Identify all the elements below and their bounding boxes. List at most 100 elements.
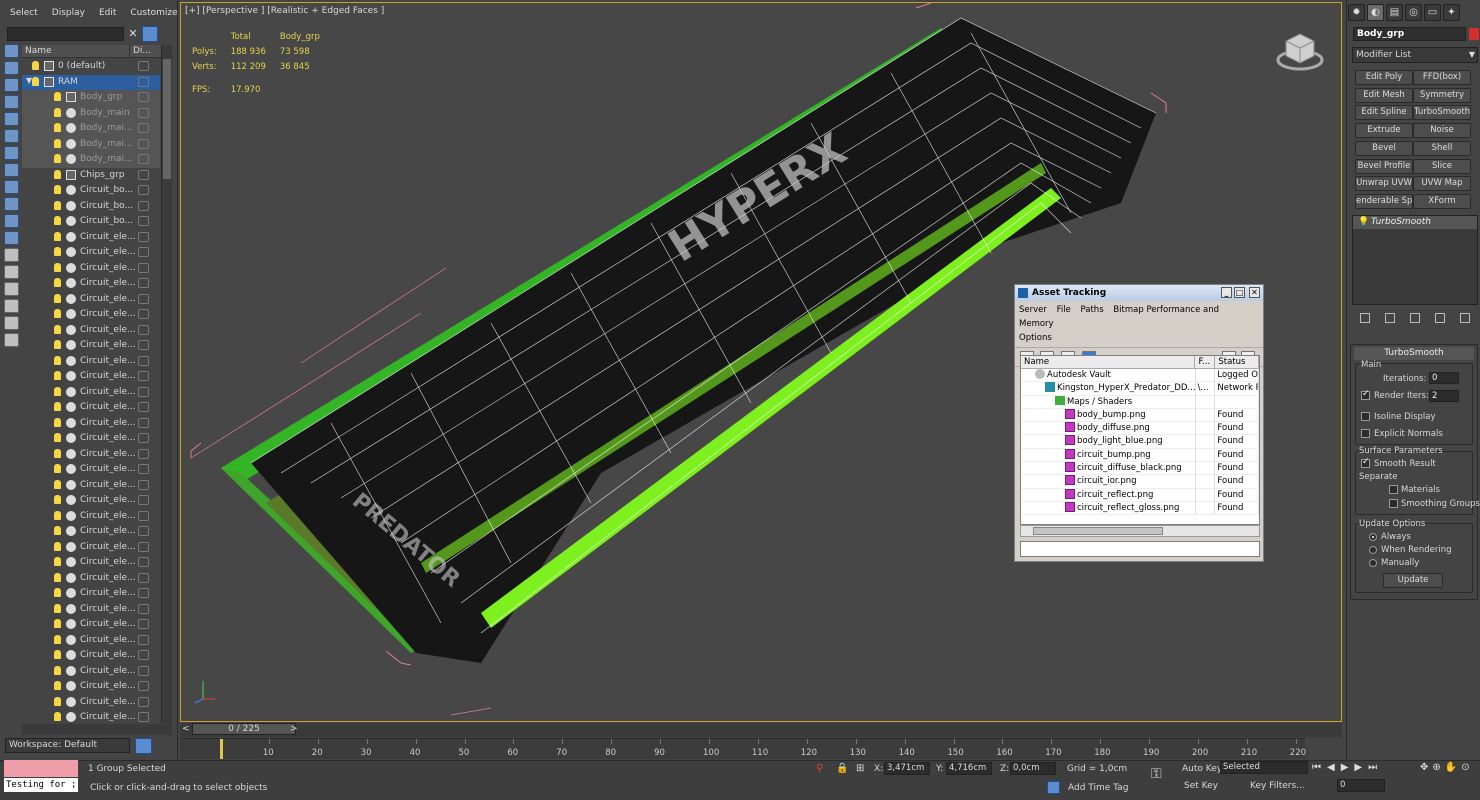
maxscript-listener-input[interactable]: Testing for ; — [4, 778, 78, 792]
display-toggle-icon[interactable] — [138, 200, 149, 211]
display-tab-icon[interactable]: ▭ — [1424, 4, 1441, 21]
lightbulb-icon[interactable] — [54, 510, 61, 520]
menu-file[interactable]: File — [1057, 305, 1071, 315]
render-iters-checkbox[interactable] — [1361, 389, 1370, 400]
time-next-icon[interactable]: > — [290, 723, 300, 735]
lightbulb-icon[interactable] — [54, 665, 61, 675]
lightbulb-icon[interactable] — [54, 572, 61, 582]
workspace-select[interactable]: Workspace: Default — [5, 738, 130, 753]
maxscript-listener-output[interactable] — [4, 760, 78, 777]
lightbulb-icon[interactable] — [54, 634, 61, 644]
modifier-button[interactable]: TurboSmooth — [1413, 105, 1471, 121]
lightbulb-icon[interactable] — [54, 603, 61, 613]
object-row[interactable]: Circuit_ele... — [22, 307, 160, 323]
display-hidden-icon[interactable] — [4, 248, 19, 262]
lightbulb-icon[interactable] — [54, 417, 61, 427]
asset-row[interactable]: Autodesk Vault Logged Out — [1021, 369, 1259, 383]
lightbulb-icon[interactable] — [54, 355, 61, 365]
motion-tab-icon[interactable]: ◎ — [1405, 4, 1422, 21]
object-row[interactable]: Circuit_ele... — [22, 230, 160, 246]
lightbulb-icon[interactable] — [54, 154, 61, 163]
stack-item-turbosmooth[interactable]: 💡 TurboSmooth — [1353, 216, 1477, 229]
asset-row[interactable]: body_light_blue.png Found — [1021, 435, 1259, 449]
display-shapes-icon[interactable] — [4, 78, 19, 92]
modifier-button[interactable]: Noise — [1413, 123, 1471, 139]
lightbulb-icon[interactable] — [54, 340, 61, 349]
lightbulb-icon[interactable] — [54, 216, 61, 225]
layer-manager-icon[interactable] — [135, 738, 152, 754]
object-row[interactable]: Circuit_ele... — [22, 648, 160, 664]
modifier-button[interactable]: XForm — [1413, 193, 1471, 209]
display-toggle-icon[interactable] — [138, 185, 149, 195]
modifier-stack[interactable]: 💡 TurboSmooth — [1352, 215, 1478, 305]
asset-row[interactable]: circuit_ior.png Found — [1021, 475, 1259, 489]
menu-bitmap-performance[interactable]: Bitmap Performance and Memory — [1019, 305, 1219, 329]
menu-server[interactable]: Server — [1019, 305, 1047, 315]
display-toggle-icon[interactable] — [138, 355, 149, 366]
object-row[interactable]: Body_grp — [22, 90, 160, 106]
maximize-icon[interactable]: □ — [1234, 287, 1245, 298]
menu-display[interactable]: Display — [52, 8, 85, 18]
object-row[interactable]: Circuit_ele... — [22, 540, 160, 556]
object-row[interactable]: Circuit_ele... — [22, 586, 160, 602]
modifier-button[interactable]: Edit Spline — [1355, 105, 1413, 121]
modifier-button[interactable]: Edit Mesh — [1355, 87, 1413, 103]
object-row[interactable]: Circuit_ele... — [22, 664, 160, 680]
lightbulb-icon[interactable] — [54, 231, 61, 241]
when-rendering-radio[interactable] — [1369, 546, 1377, 554]
time-slider-track[interactable] — [180, 723, 1342, 737]
navigation-controls[interactable]: ✥⊕✋⊙ — [1420, 762, 1474, 773]
lightbulb-icon[interactable] — [54, 92, 61, 101]
remove-modifier-icon[interactable] — [1435, 313, 1446, 323]
display-xrefs-icon[interactable] — [4, 180, 19, 194]
display-all-icon[interactable] — [4, 265, 19, 279]
track-bar[interactable]: 10 20 30 40 50 60 70 80 90 100 110 120 130 140 150 160 1… — [180, 738, 1306, 759]
menu-edit[interactable]: Edit — [99, 8, 116, 18]
lightbulb-icon[interactable] — [54, 293, 61, 303]
always-radio[interactable] — [1369, 533, 1377, 541]
display-toggle-icon[interactable] — [138, 154, 149, 164]
lightbulb-icon[interactable] — [54, 138, 61, 148]
display-cameras-icon[interactable] — [4, 112, 19, 126]
display-toggle-icon[interactable] — [138, 107, 149, 118]
asset-row[interactable]: circuit_bump.png Found — [1021, 448, 1259, 463]
display-toggle-icon[interactable] — [138, 665, 149, 676]
lightbulb-icon[interactable] — [54, 526, 61, 535]
create-tab-icon[interactable]: ✹ — [1348, 4, 1365, 21]
display-toggle-icon[interactable] — [138, 448, 149, 459]
object-row[interactable]: Circuit_ele... — [22, 416, 160, 432]
modifier-list-dropdown[interactable]: Modifier List ▼ — [1352, 47, 1478, 63]
lightbulb-icon[interactable] — [54, 696, 61, 706]
render-iters-spinner[interactable]: 2 — [1429, 390, 1459, 402]
asset-table-hscrollbar[interactable] — [1020, 525, 1260, 537]
object-row[interactable]: Circuit_ele... — [22, 431, 160, 447]
object-row[interactable]: Circuit_ele... — [22, 633, 160, 649]
smooth-result-checkbox[interactable] — [1361, 457, 1370, 468]
lightbulb-icon[interactable] — [54, 448, 61, 458]
display-toggle-icon[interactable] — [138, 464, 149, 474]
close-icon[interactable]: ✕ — [1249, 287, 1260, 298]
object-row[interactable]: Circuit_ele... — [22, 354, 160, 370]
lightbulb-icon[interactable] — [54, 433, 61, 442]
hierarchy-tab-icon[interactable]: ▤ — [1386, 4, 1403, 21]
menu-paths[interactable]: Paths — [1081, 305, 1104, 315]
materials-checkbox[interactable] — [1389, 485, 1398, 494]
absolute-mode-icon[interactable]: ⊞ — [856, 763, 864, 774]
display-toggle-icon[interactable] — [138, 76, 149, 87]
time-slider-thumb[interactable]: 0 / 225 — [192, 723, 296, 735]
playback-controls[interactable]: ⏮◀▶▶⏭ — [1312, 762, 1383, 773]
object-row[interactable]: Circuit_ele... — [22, 695, 160, 711]
filter-funnel-icon[interactable] — [4, 299, 19, 313]
display-toggle-icon[interactable] — [138, 92, 149, 102]
display-toggle-icon[interactable] — [138, 603, 149, 614]
modifier-button[interactable]: Slice — [1413, 158, 1471, 174]
modifier-button[interactable]: Extrude — [1355, 123, 1413, 139]
lightbulb-icon[interactable] — [54, 247, 61, 256]
object-row[interactable]: Circuit_ele... — [22, 462, 160, 478]
lightbulb-icon[interactable] — [54, 402, 61, 411]
object-row[interactable]: Circuit_ele... — [22, 679, 160, 695]
display-toggle-icon[interactable] — [138, 696, 149, 707]
column-display[interactable]: Di... — [130, 45, 151, 57]
asset-row[interactable]: circuit_reflect_gloss.png Found — [1021, 501, 1259, 516]
display-toggle-icon[interactable] — [138, 417, 149, 428]
